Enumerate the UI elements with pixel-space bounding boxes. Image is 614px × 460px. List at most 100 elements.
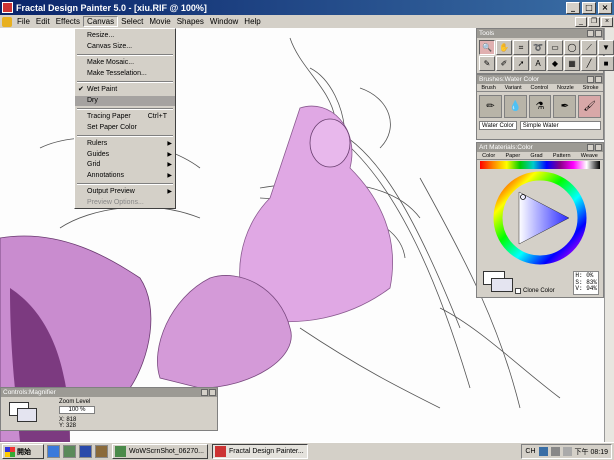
palette-close-button[interactable]	[595, 144, 602, 151]
menu-file[interactable]: File	[14, 17, 33, 26]
volume-tray-icon[interactable]	[562, 447, 572, 456]
y-coordinate-readout: Y: 328	[59, 423, 77, 429]
vertical-scrollbar[interactable]	[604, 28, 614, 442]
background-color-swatch[interactable]	[491, 278, 513, 292]
palette-collapse-button[interactable]	[201, 389, 208, 396]
menu-item-label: Wet Paint	[87, 86, 118, 93]
menu-item-make-tesselation[interactable]: Make Tesselation...	[75, 69, 175, 80]
menu-item-set-paper-color[interactable]: Set Paper Color	[75, 123, 175, 134]
doc-restore-button[interactable]: ❐	[588, 16, 600, 27]
tab-stroke[interactable]: Stroke	[583, 84, 599, 91]
maximize-button[interactable]: □	[582, 1, 596, 14]
eyedropper-icon[interactable]: ⟋	[581, 40, 597, 55]
doc-minimize-button[interactable]: _	[575, 16, 587, 27]
pen-icon[interactable]: ✎	[479, 56, 495, 71]
palette-close-button[interactable]	[209, 389, 216, 396]
rectangle-select-icon[interactable]: ▭	[547, 40, 563, 55]
pointer-icon[interactable]: ➚	[513, 56, 529, 71]
menu-select[interactable]: Select	[118, 17, 146, 26]
help-tray-icon[interactable]	[538, 447, 548, 456]
hand-icon[interactable]: ✋	[496, 40, 512, 55]
palette-collapse-button[interactable]	[587, 30, 594, 37]
hsv-readout: H: 0% S: 83% V: 94%	[573, 271, 599, 295]
palette-title: Art Materials:Color	[479, 144, 533, 151]
shape-icon[interactable]: ◆	[547, 56, 563, 71]
desktop-quicklaunch-icon[interactable]	[63, 445, 76, 458]
text-icon[interactable]: A	[530, 56, 546, 71]
menu-item-canvas-size[interactable]: Canvas Size...	[75, 42, 175, 53]
tab-pattern[interactable]: Pattern	[553, 152, 571, 159]
zoom-level-field[interactable]: 100 %	[59, 406, 95, 414]
tab-control[interactable]: Control	[530, 84, 548, 91]
minimize-button[interactable]: _	[566, 1, 580, 14]
media-quicklaunch-icon[interactable]	[95, 445, 108, 458]
palette-collapse-button[interactable]	[587, 76, 594, 83]
water-drop-brush-icon[interactable]: 💧	[503, 95, 527, 118]
menu-item-annotations[interactable]: Annotations ▶	[75, 171, 175, 182]
lasso-icon[interactable]: ➰	[530, 40, 546, 55]
palette-header: Tools	[477, 29, 603, 38]
clone-color-checkbox[interactable]	[515, 288, 521, 294]
menu-item-tracing-paper[interactable]: Tracing Paper Ctrl+T	[75, 112, 175, 123]
menu-movie[interactable]: Movie	[146, 17, 173, 26]
crop-icon[interactable]: ⌗	[513, 40, 529, 55]
menu-item-wet-paint[interactable]: ✔ Wet Paint	[75, 85, 175, 96]
task-painter[interactable]: Fractal Design Painter...	[212, 444, 308, 459]
magnifier-icon[interactable]: 🔍	[479, 40, 495, 55]
palette-close-button[interactable]	[595, 76, 602, 83]
menu-item-grid[interactable]: Grid ▶	[75, 160, 175, 171]
menu-edit[interactable]: Edit	[33, 17, 53, 26]
language-indicator[interactable]: CH	[525, 448, 535, 455]
pencil-brush-icon[interactable]: ✏	[479, 95, 502, 118]
brush-icon[interactable]: ✐	[496, 56, 512, 71]
tab-paper[interactable]: Paper	[505, 152, 520, 159]
felt-pen-icon[interactable]: ✒	[553, 95, 577, 118]
tab-brush[interactable]: Brush	[481, 84, 495, 91]
brush-names: Water Color Simple Water	[477, 121, 603, 130]
doc-close-button[interactable]: ×	[601, 16, 613, 27]
menu-item-make-mosaic[interactable]: Make Mosaic...	[75, 58, 175, 69]
menu-item-label: Rulers	[87, 140, 108, 147]
menu-canvas[interactable]: Canvas	[83, 16, 119, 27]
task-screenshot-viewer[interactable]: WoWScrnShot_06270...	[112, 444, 208, 459]
menu-help[interactable]: Help	[241, 17, 263, 26]
menu-item-output-preview[interactable]: Output Preview ▶	[75, 187, 175, 198]
clock: 下午 08:19	[574, 448, 608, 456]
tab-grad[interactable]: Grad	[530, 152, 542, 159]
word-quicklaunch-icon[interactable]	[79, 445, 92, 458]
palette-close-button[interactable]	[595, 30, 602, 37]
line-icon[interactable]: ╱	[581, 56, 597, 71]
menu-shapes[interactable]: Shapes	[174, 17, 207, 26]
tab-weave[interactable]: Weave	[581, 152, 598, 159]
network-tray-icon[interactable]	[550, 447, 560, 456]
palette-collapse-button[interactable]	[587, 144, 594, 151]
color-swatch-strip[interactable]	[480, 161, 600, 169]
square-icon[interactable]: ■	[598, 56, 614, 71]
palette-header: Controls:Magnifier	[1, 388, 217, 397]
palette-controls	[200, 389, 216, 396]
oval-select-icon[interactable]: ◯	[564, 40, 580, 55]
tab-variant[interactable]: Variant	[505, 84, 522, 91]
tool-grid: 🔍 ✋ ⌗ ➰ ▭ ◯ ⟋ ▼ ✎ ✐ ➚ A ◆ ▦ ╱ ■	[477, 38, 614, 73]
brush-variant-field[interactable]: Simple Water	[519, 121, 601, 130]
tab-color[interactable]: Color	[482, 152, 495, 159]
tab-nozzle[interactable]: Nozzle	[557, 84, 574, 91]
menu-item-guides[interactable]: Guides ▶	[75, 150, 175, 161]
menu-bar: File Edit Effects Canvas Select Movie Sh…	[0, 15, 614, 28]
menu-window[interactable]: Window	[207, 17, 241, 26]
paint-bucket-icon[interactable]: ▼	[598, 40, 614, 55]
menu-item-resize[interactable]: Resize...	[75, 31, 175, 42]
menu-item-rulers[interactable]: Rulers ▶	[75, 139, 175, 150]
color-picker-wheel[interactable]	[477, 170, 603, 268]
airbrush-icon[interactable]: ⚗	[528, 95, 552, 118]
shortcut-label: Ctrl+T	[147, 113, 167, 120]
grid-icon[interactable]: ▦	[564, 56, 580, 71]
ie-quicklaunch-icon[interactable]	[47, 445, 60, 458]
task-label: Fractal Design Painter...	[229, 448, 304, 455]
brush-category-field[interactable]: Water Color	[479, 121, 517, 130]
close-button[interactable]: ×	[598, 1, 612, 14]
menu-effects[interactable]: Effects	[53, 17, 83, 26]
start-button[interactable]: 開始	[2, 444, 44, 459]
menu-item-dry[interactable]: Dry	[75, 95, 175, 106]
water-color-brush-icon[interactable]: 🖌	[578, 95, 601, 118]
